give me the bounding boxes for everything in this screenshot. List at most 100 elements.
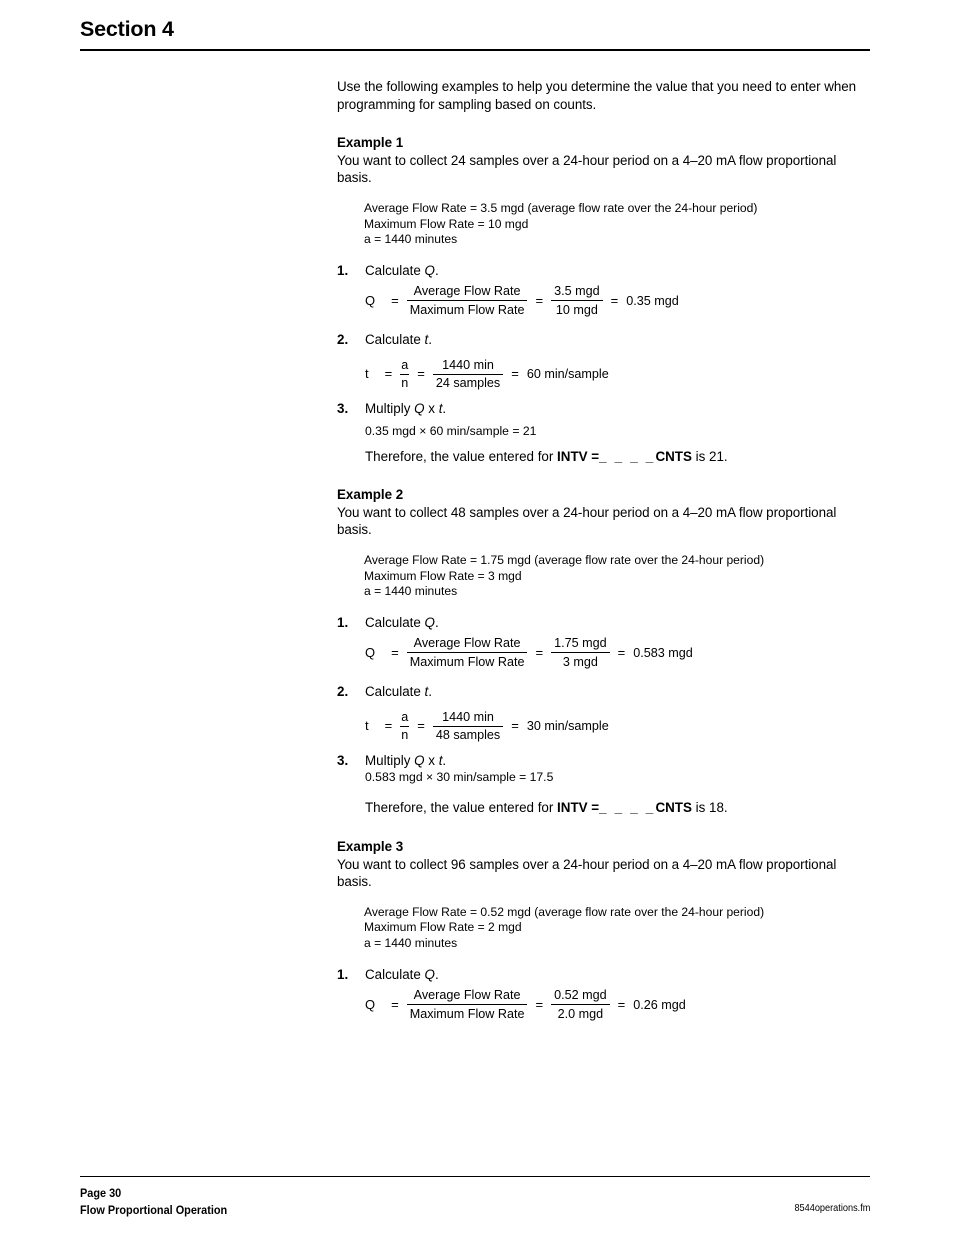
fraction: 1440 min 48 samples: [432, 710, 504, 743]
step-variable: Q: [424, 614, 435, 630]
example-description: You want to collect 24 samples over a 24…: [337, 152, 837, 186]
equation-q: Q = Average Flow Rate Maximum Flow Rate …: [365, 284, 870, 317]
conclusion-line: Therefore, the value entered for INTV =_…: [365, 799, 870, 817]
fraction-bar: [406, 652, 528, 654]
product-line: 0.583 mgd × 30 min/sample = 17.5: [365, 770, 554, 785]
equation-lhs: Q: [365, 644, 376, 660]
conclusion-line: Therefore, the value entered for INTV =_…: [365, 448, 870, 466]
equation-result: 0.583 mgd: [633, 645, 693, 660]
equation-q: Q = Average Flow Rate Maximum Flow Rate …: [365, 988, 870, 1021]
equation-t: t = a n = 1440 min 24 samples = 60 min/s…: [365, 358, 870, 391]
fraction-denominator: 3 mgd: [562, 654, 598, 669]
fraction-bar: [400, 373, 410, 375]
cnts-label: CNTS: [655, 448, 692, 464]
step-label-post: .: [434, 614, 439, 630]
step-label-pre: Calculate: [365, 966, 425, 982]
fraction-denominator: 48 samples: [435, 728, 501, 743]
step-label-post: .: [442, 400, 447, 416]
fraction-numerator: 0.52 mgd: [554, 988, 607, 1003]
fraction-denominator: Maximum Flow Rate: [409, 1006, 525, 1021]
example-block: Example 3 You want to collect 96 samples…: [337, 838, 870, 1021]
fraction-numerator: 3.5 mgd: [554, 284, 600, 299]
conclusion-pre: Therefore, the value entered for: [365, 800, 558, 816]
footer-left-block: Page 30 Flow Proportional Operation: [80, 1185, 775, 1219]
equals-sign: =: [384, 366, 393, 382]
equation-lhs: t: [365, 718, 369, 734]
fraction-numerator: 1.75 mgd: [554, 636, 607, 651]
given-line: Maximum Flow Rate = 2 mgd: [364, 920, 522, 935]
fraction-bar: [406, 1004, 528, 1006]
equation-result: 60 min/sample: [526, 367, 609, 382]
step-label-post: .: [428, 684, 433, 700]
equation-q: Q = Average Flow Rate Maximum Flow Rate …: [365, 636, 870, 669]
equals-sign: =: [391, 996, 399, 1012]
intv-label: INTV =: [557, 800, 600, 816]
fraction-bar: [432, 725, 504, 727]
givens-block: Average Flow Rate = 0.52 mgd (average fl…: [364, 905, 870, 952]
blank-dashes: _ _ _ _: [599, 800, 656, 816]
step-number: 1.: [337, 614, 349, 630]
given-line: Average Flow Rate = 1.75 mgd (average fl…: [364, 552, 765, 567]
given-line: Maximum Flow Rate = 3 mgd: [364, 568, 522, 583]
step-label-pre: Calculate: [365, 614, 425, 630]
fraction: 0.52 mgd 2.0 mgd: [551, 988, 610, 1021]
fraction-numerator: a: [401, 357, 409, 372]
fraction: 1440 min 24 samples: [432, 357, 504, 391]
fraction-bar: [406, 300, 528, 302]
step-label-pre: Calculate: [365, 262, 425, 278]
equals-sign: =: [391, 292, 399, 308]
equals-sign: =: [511, 718, 519, 734]
fraction-bar: [551, 300, 603, 302]
step-item: 2. Calculate t.: [337, 331, 870, 349]
fraction: Average Flow Rate Maximum Flow Rate: [406, 988, 528, 1021]
example-block: Example 2 You want to collect 48 samples…: [337, 486, 870, 817]
step-number: 1.: [337, 262, 349, 278]
step-number: 3.: [337, 752, 349, 768]
givens-block: Average Flow Rate = 1.75 mgd (average fl…: [364, 553, 870, 600]
step-label-post: .: [428, 332, 433, 348]
fraction-bar: [400, 725, 410, 727]
step-label-mid: x: [424, 400, 439, 416]
equation-result: 30 min/sample: [526, 719, 609, 734]
step-item: 1. Calculate Q.: [337, 262, 870, 280]
cnts-label: CNTS: [655, 800, 692, 816]
fraction-bar: [432, 373, 504, 375]
fraction: 3.5 mgd 10 mgd: [551, 284, 603, 317]
equation-result: 0.26 mgd: [633, 997, 686, 1012]
product-line: 0.35 mgd × 60 min/sample = 21: [365, 423, 537, 438]
equals-sign: =: [610, 292, 619, 308]
fraction: a n: [400, 357, 410, 391]
fraction-denominator: n: [401, 376, 409, 391]
given-line: a = 1440 minutes: [364, 936, 458, 951]
step-item: 1. Calculate Q.: [337, 966, 870, 984]
footer-divider: [80, 1176, 870, 1177]
fraction: Average Flow Rate Maximum Flow Rate: [406, 636, 528, 669]
equation-lhs: Q: [365, 292, 376, 308]
equals-sign: =: [384, 718, 393, 734]
step-item: 3. Multiply Q x t.: [337, 752, 870, 770]
example-heading: Example 2: [337, 487, 404, 503]
given-line: a = 1440 minutes: [364, 232, 458, 247]
given-line: Maximum Flow Rate = 10 mgd: [364, 216, 529, 231]
intro-paragraph: Use the following examples to help you d…: [337, 79, 857, 112]
equation-result: 0.35 mgd: [626, 293, 679, 308]
equation-lhs: t: [365, 366, 369, 382]
fraction-denominator: Maximum Flow Rate: [409, 654, 525, 669]
fraction-numerator: Average Flow Rate: [413, 636, 521, 651]
equals-sign: =: [511, 366, 519, 382]
fraction-numerator: 1440 min: [442, 357, 494, 372]
equation-t: t = a n = 1440 min 48 samples = 30 min/s…: [365, 710, 870, 743]
given-line: Average Flow Rate = 3.5 mgd (average flo…: [364, 200, 758, 215]
source-filename: 8544operations.fm: [794, 1203, 870, 1214]
fraction-numerator: Average Flow Rate: [413, 284, 521, 299]
step-item: 2. Calculate t.: [337, 683, 870, 701]
example-heading: Example 1: [337, 135, 404, 151]
fraction-bar: [551, 1004, 610, 1006]
example-description: You want to collect 48 samples over a 24…: [337, 504, 837, 538]
step-label-post: .: [434, 966, 439, 982]
page-footer: Page 30 Flow Proportional Operation 8544…: [80, 1176, 870, 1225]
page-body: Use the following examples to help you d…: [337, 78, 870, 1021]
fraction-denominator: 24 samples: [435, 376, 501, 391]
blank-dashes: _ _ _ _: [599, 448, 656, 464]
conclusion-post: is 21.: [691, 448, 728, 464]
